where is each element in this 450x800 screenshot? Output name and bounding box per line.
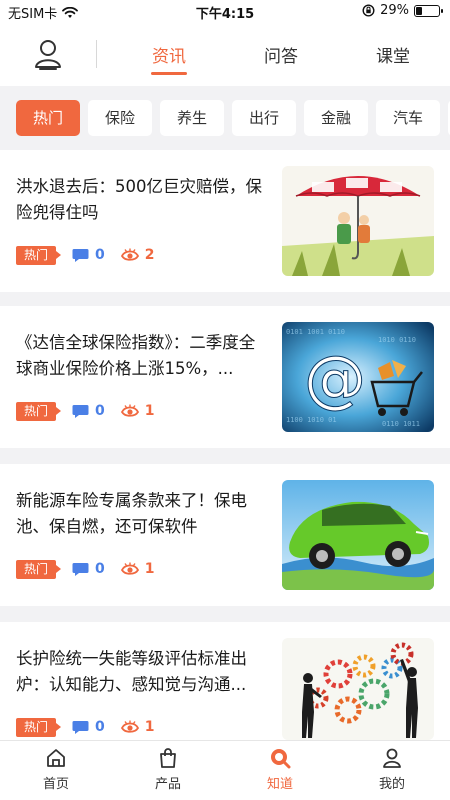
profile-icon (383, 748, 401, 768)
category-hot[interactable]: 热门 (16, 100, 80, 136)
comment-stat: 0 (72, 719, 105, 735)
svg-text:0101 1001 0110: 0101 1001 0110 (286, 328, 345, 336)
home-icon (47, 749, 65, 767)
at-sign-cart-thumbnail: 0101 1001 0110 1010 0110 1100 1010 01 01… (282, 322, 434, 432)
nav-products[interactable]: 产品 (128, 747, 208, 792)
gears-people-thumbnail (282, 638, 434, 740)
nav-profile-label: 我的 (378, 777, 405, 792)
hot-tag: 热门 (16, 717, 62, 737)
battery-percent: 29% (380, 3, 409, 18)
comment-stat: 0 (72, 403, 105, 419)
category-insurance[interactable]: 保险 (88, 100, 152, 136)
article-title: 《达信全球保险指数》：二季度全球商业保险价格上涨15%，... (16, 333, 256, 378)
svg-text:0110 1011: 0110 1011 (382, 420, 420, 428)
hot-tag: 热门 (16, 401, 62, 421)
nav-knowledge-label: 知道 (266, 777, 293, 792)
article-title: 长护险统一失能等级评估标准出炉：认知能力、感知觉与沟通... (16, 649, 247, 694)
view-eye-icon (120, 404, 139, 417)
article-card[interactable]: 洪水退去后：500亿巨灾赔偿，保险兜得住吗 热门 0 2 (0, 150, 450, 292)
comment-count: 0 (95, 403, 105, 419)
view-stat: 2 (120, 247, 155, 263)
header-divider (96, 40, 97, 68)
bottom-nav: 首页 产品 知道 我的 (0, 740, 450, 800)
tab-classroom[interactable]: 课堂 (358, 42, 428, 67)
user-avatar-icon[interactable] (30, 36, 66, 72)
article-card[interactable]: 《达信全球保险指数》：二季度全球商业保险价格上涨15%，... 热门 0 1 0… (0, 306, 450, 448)
article-meta: 热门 0 1 (16, 400, 155, 422)
hot-tag: 热门 (16, 245, 62, 265)
battery-fill (416, 6, 422, 15)
article-card[interactable]: 长护险统一失能等级评估标准出炉：认知能力、感知觉与沟通... 热门 0 1 (0, 622, 450, 740)
view-count: 1 (144, 403, 155, 419)
comment-stat: 0 (72, 247, 105, 263)
view-eye-icon (120, 248, 139, 261)
svg-text:1100 1010 01: 1100 1010 01 (286, 416, 337, 424)
orientation-lock-icon (362, 4, 375, 17)
comment-count: 0 (95, 719, 105, 735)
article-card[interactable]: 新能源车险专属条款来了！保电池、保自燃，还可保软件 热门 0 1 (0, 464, 450, 606)
screen: 无SIM卡 下午4:15 29% 资讯 问答 课堂 热门 保险 养生 出行 金融… (0, 0, 450, 800)
nav-profile[interactable]: 我的 (352, 747, 432, 792)
electric-car-thumbnail (282, 480, 434, 590)
view-count: 1 (144, 561, 155, 577)
comment-count: 0 (95, 561, 105, 577)
tab-active-indicator (151, 72, 187, 75)
nav-home-label: 首页 (42, 777, 69, 792)
battery-icon (414, 4, 443, 17)
nav-knowledge[interactable]: 知道 (240, 747, 320, 792)
view-count: 2 (144, 247, 155, 263)
comment-icon (72, 720, 89, 734)
category-health[interactable]: 养生 (160, 100, 224, 136)
view-eye-icon (120, 562, 139, 575)
svg-text:1010 0110: 1010 0110 (378, 336, 416, 344)
nav-home[interactable]: 首页 (16, 747, 96, 792)
header: 资讯 问答 课堂 (0, 22, 450, 86)
umbrella-insurance-thumbnail (282, 166, 434, 276)
status-bar: 无SIM卡 下午4:15 29% (0, 0, 450, 22)
article-meta: 热门 0 2 (16, 244, 155, 266)
bag-icon (160, 748, 176, 768)
category-travel[interactable]: 出行 (232, 100, 296, 136)
tab-news-label: 资讯 (152, 47, 186, 67)
tab-classroom-label: 课堂 (376, 47, 410, 67)
view-stat: 1 (120, 403, 155, 419)
comment-stat: 0 (72, 561, 105, 577)
category-bar: 热门 保险 养生 出行 金融 汽车 (0, 86, 450, 150)
svg-text:@: @ (304, 342, 366, 415)
comment-icon (72, 404, 89, 418)
article-meta: 热门 0 1 (16, 558, 155, 580)
search-knowledge-icon (271, 749, 291, 769)
tab-qa-label: 问答 (264, 47, 298, 67)
article-title: 新能源车险专属条款来了！保电池、保自燃，还可保软件 (16, 491, 247, 536)
category-finance[interactable]: 金融 (304, 100, 368, 136)
view-stat: 1 (120, 561, 155, 577)
comment-count: 0 (95, 247, 105, 263)
comment-icon (72, 248, 89, 262)
category-auto[interactable]: 汽车 (376, 100, 440, 136)
article-title: 洪水退去后：500亿巨灾赔偿，保险兜得住吗 (16, 177, 262, 222)
nav-products-label: 产品 (154, 777, 181, 792)
tab-qa[interactable]: 问答 (246, 42, 316, 67)
comment-icon (72, 562, 89, 576)
article-meta: 热门 0 1 (16, 716, 155, 738)
hot-tag: 热门 (16, 559, 62, 579)
view-eye-icon (120, 720, 139, 733)
tab-news[interactable]: 资讯 (134, 42, 204, 75)
view-stat: 1 (120, 719, 155, 735)
view-count: 1 (144, 719, 155, 735)
